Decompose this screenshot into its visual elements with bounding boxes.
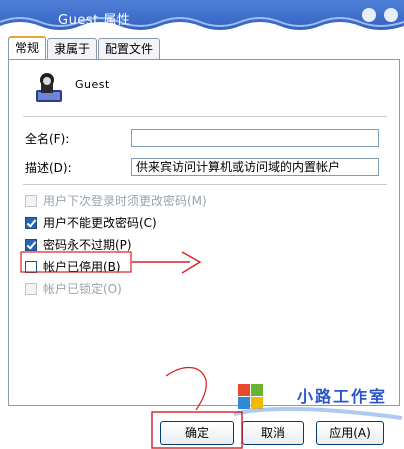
general-panel: Guest 全名(F): 描述(D): 用户下次登录时须更改密码(M) 用户不能… — [8, 59, 400, 406]
divider — [23, 184, 387, 185]
checkbox-password-never-expires[interactable]: 密码永不过期(P) — [25, 236, 132, 253]
window-title: Guest 属性 — [58, 13, 131, 28]
checkbox-label: 用户下次登录时须更改密码(M) — [43, 194, 207, 208]
checkbox-box[interactable] — [25, 260, 37, 273]
checkbox-label: 密码永不过期(P) — [43, 238, 132, 252]
checkbox-account-disabled[interactable]: 帐户已停用(B) — [25, 258, 121, 275]
user-icon — [36, 73, 62, 102]
checkbox-label: 用户不能更改密码(C) — [43, 216, 157, 230]
tab-profile[interactable]: 配置文件 — [98, 38, 161, 59]
tab-general[interactable]: 常规 — [8, 36, 47, 60]
description-field[interactable] — [131, 158, 379, 176]
checkbox-box — [25, 194, 37, 207]
fullname-label: 全名(F): — [25, 132, 70, 146]
checkbox-account-locked: 帐户已锁定(O) — [25, 280, 122, 297]
checkbox-box[interactable] — [25, 216, 37, 229]
apple-icon[interactable] — [362, 8, 376, 22]
title-controls — [362, 8, 398, 22]
checkbox-label: 帐户已锁定(O) — [43, 282, 122, 296]
checkbox-label: 帐户已停用(B) — [43, 260, 121, 274]
tab-strip: 常规 隶属于 配置文件 — [8, 36, 161, 60]
checkbox-box[interactable] — [25, 238, 37, 251]
checkbox-must-change-password: 用户下次登录时须更改密码(M) — [25, 192, 207, 209]
checkbox-box — [25, 282, 37, 295]
title-bar: Guest 属性 — [0, 0, 404, 34]
tab-member-of[interactable]: 隶属于 — [47, 38, 98, 59]
description-label: 描述(D): — [25, 161, 72, 175]
fullname-field[interactable] — [131, 129, 379, 147]
divider — [23, 116, 387, 117]
watermark-text: 小路工作室 — [297, 387, 388, 406]
apple-icon[interactable] — [384, 8, 398, 22]
checkbox-cannot-change-password[interactable]: 用户不能更改密码(C) — [25, 214, 157, 231]
user-name: Guest — [75, 78, 110, 91]
ok-button[interactable]: 确定 — [160, 421, 234, 445]
